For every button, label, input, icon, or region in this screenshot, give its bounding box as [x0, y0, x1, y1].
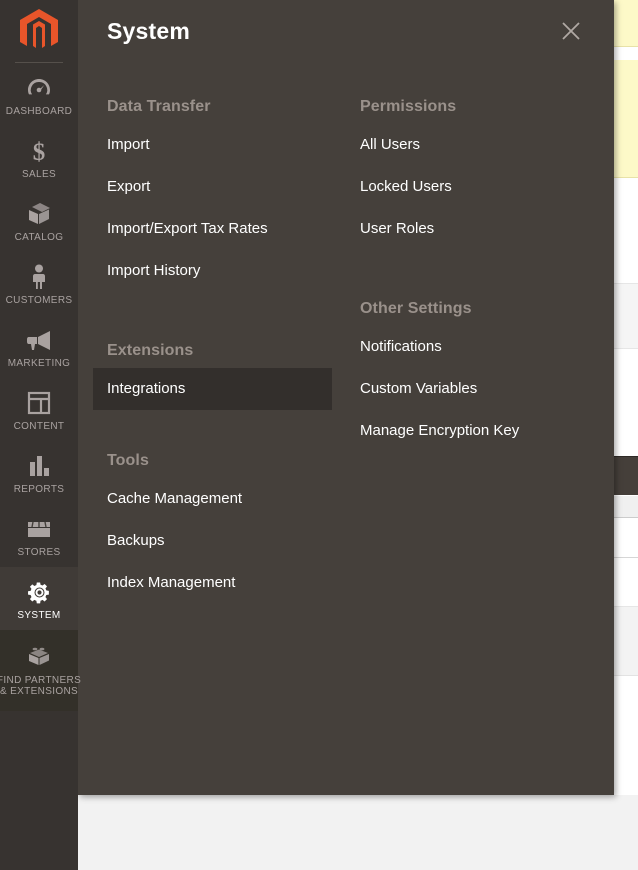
sidebar-item-label-line2: & EXTENSIONS — [0, 686, 79, 697]
menu-item-notifications[interactable]: Notifications — [346, 326, 613, 368]
gear-icon — [26, 579, 52, 605]
sidebar-item-label: DASHBOARD — [5, 106, 73, 117]
box-icon — [26, 201, 52, 227]
menu-group-title: Other Settings — [360, 300, 472, 317]
megaphone-icon — [26, 327, 52, 353]
lego-brick-icon — [26, 644, 52, 670]
sidebar-item-label: CATALOG — [14, 232, 64, 243]
sidebar-item-label: CONTENT — [13, 421, 65, 432]
sidebar-item-label-line1: FIND PARTNERS — [0, 675, 82, 686]
page-title: System — [107, 17, 191, 44]
menu-group-permissions: Permissions All Users Locked Users User … — [360, 90, 613, 250]
close-icon — [562, 22, 580, 40]
menu-item-import-history[interactable]: Import History — [93, 250, 360, 292]
storefront-icon — [26, 516, 52, 542]
sidebar-item-system[interactable]: SYSTEM — [0, 567, 78, 630]
dollar-icon: $ — [26, 138, 52, 164]
menu-item-integrations[interactable]: Integrations — [93, 368, 332, 410]
close-button[interactable] — [554, 14, 588, 48]
admin-sidebar: DASHBOARD $ SALES CATALOG CUSTOMERS MARK… — [0, 0, 82, 870]
menu-item-manage-encryption-key[interactable]: Manage Encryption Key — [346, 410, 613, 452]
sidebar-item-customers[interactable]: CUSTOMERS — [0, 252, 78, 315]
menu-group-other-settings: Other Settings Notifications Custom Vari… — [360, 292, 613, 452]
sidebar-item-label: STORES — [17, 547, 61, 558]
menu-group-data-transfer: Data Transfer Import Export Import/Expor… — [107, 90, 360, 292]
sidebar-item-stores[interactable]: STORES — [0, 504, 78, 567]
sidebar-item-content[interactable]: CONTENT — [0, 378, 78, 441]
menu-column-right: Permissions All Users Locked Users User … — [360, 90, 613, 604]
menu-item-all-users[interactable]: All Users — [346, 124, 613, 166]
menu-column-left: Data Transfer Import Export Import/Expor… — [93, 90, 360, 604]
menu-header: System — [78, 0, 614, 62]
background-page-footer — [78, 795, 638, 870]
sidebar-item-label: MARKETING — [7, 358, 71, 369]
menu-item-backups[interactable]: Backups — [93, 520, 360, 562]
menu-group-extensions: Extensions Integrations — [93, 334, 360, 410]
sidebar-item-sales[interactable]: $ SALES — [0, 126, 78, 189]
menu-group-title: Permissions — [360, 98, 457, 115]
menu-item-import[interactable]: Import — [93, 124, 360, 166]
system-menu-panel: System Data Transfer Import Export Impor… — [78, 0, 614, 795]
menu-group-spacer — [107, 292, 360, 334]
sidebar-item-label: REPORTS — [13, 484, 65, 495]
menu-group-tools: Tools Cache Management Backups Index Man… — [107, 444, 360, 604]
sidebar-item-dashboard[interactable]: DASHBOARD — [0, 63, 78, 126]
menu-item-import-export-tax-rates[interactable]: Import/Export Tax Rates — [93, 208, 360, 250]
gauge-icon — [26, 75, 52, 101]
layout-icon — [26, 390, 52, 416]
menu-group-title: Data Transfer — [107, 98, 211, 115]
bar-chart-icon — [26, 453, 52, 479]
person-icon — [26, 264, 52, 290]
menu-item-index-management[interactable]: Index Management — [93, 562, 360, 604]
sidebar-item-find-partners-extensions[interactable]: FIND PARTNERS & EXTENSIONS — [0, 630, 82, 711]
menu-item-export[interactable]: Export — [93, 166, 360, 208]
menu-item-cache-management[interactable]: Cache Management — [93, 478, 360, 520]
menu-item-custom-variables[interactable]: Custom Variables — [346, 368, 613, 410]
menu-item-user-roles[interactable]: User Roles — [346, 208, 613, 250]
menu-group-spacer — [360, 250, 613, 292]
sidebar-item-reports[interactable]: REPORTS — [0, 441, 78, 504]
svg-text:$: $ — [33, 139, 46, 164]
sidebar-item-marketing[interactable]: MARKETING — [0, 315, 78, 378]
menu-group-title: Extensions — [107, 342, 194, 359]
magento-logo-icon — [20, 9, 58, 48]
magento-logo[interactable] — [0, 0, 78, 62]
menu-item-locked-users[interactable]: Locked Users — [346, 166, 613, 208]
menu-columns: Data Transfer Import Export Import/Expor… — [78, 62, 614, 604]
menu-group-title: Tools — [107, 452, 149, 469]
sidebar-item-catalog[interactable]: CATALOG — [0, 189, 78, 252]
sidebar-item-label: CUSTOMERS — [5, 295, 73, 306]
menu-group-spacer — [107, 410, 360, 444]
sidebar-item-label: SALES — [22, 169, 56, 180]
sidebar-item-label: SYSTEM — [17, 610, 61, 621]
